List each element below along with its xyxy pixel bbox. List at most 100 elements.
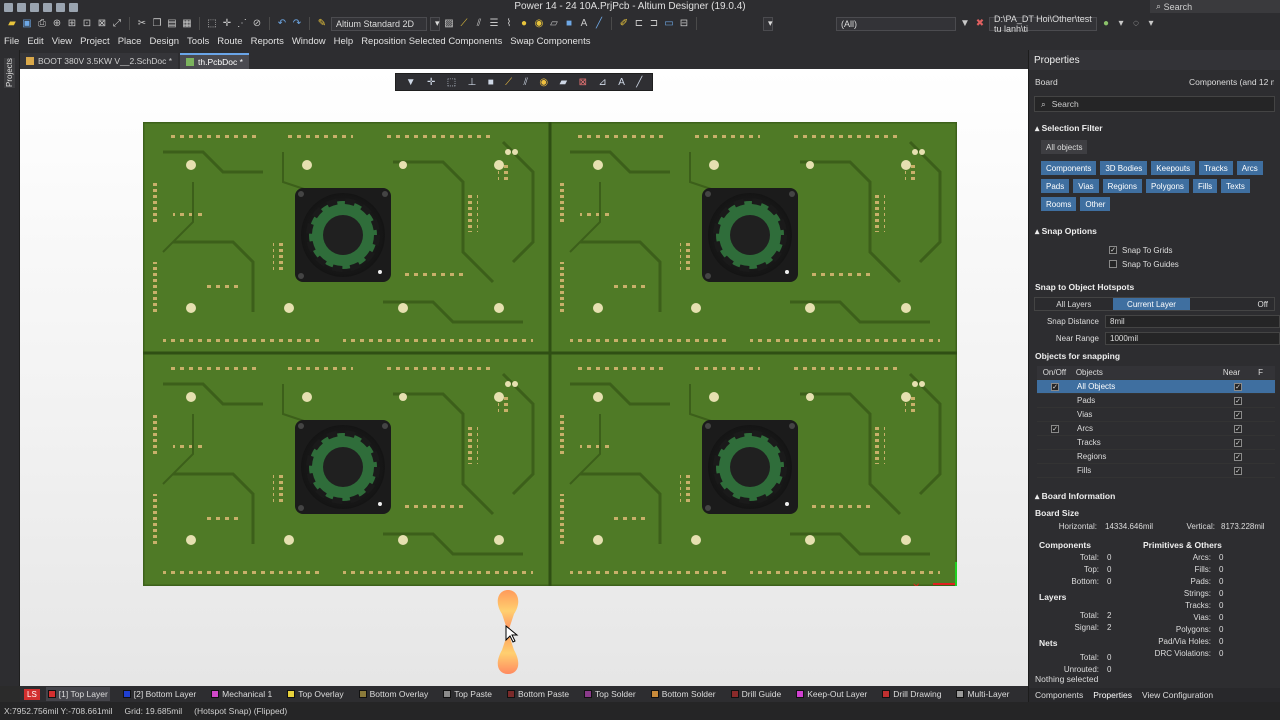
menu-edit[interactable]: Edit xyxy=(27,36,43,47)
menu-reposition[interactable]: Reposition Selected Components xyxy=(361,36,502,47)
near-checkbox[interactable]: ✓ xyxy=(1234,453,1242,461)
tab-schdoc[interactable]: BOOT 380V 3.5KW V__2.SchDoc * xyxy=(20,53,179,69)
layer-tab-bottom-paste[interactable]: Bottom Paste xyxy=(505,687,571,701)
view-mode-dropdown-icon[interactable]: ▾ xyxy=(430,16,440,31)
layer-set-button[interactable]: LS xyxy=(24,688,40,700)
snap-distance-field[interactable]: 8mil xyxy=(1105,315,1280,328)
layer-tab-top-overlay[interactable]: Top Overlay xyxy=(285,687,345,701)
table-row[interactable]: Vias ✓ xyxy=(1037,408,1275,422)
layer-tab-bottom-overlay[interactable]: Bottom Overlay xyxy=(357,687,431,701)
keepout-icon[interactable]: ⊠ xyxy=(579,77,587,88)
menu-design[interactable]: Design xyxy=(149,36,179,47)
fill-icon[interactable]: ■ xyxy=(563,18,575,30)
near-range-field[interactable]: 1000mil xyxy=(1105,332,1280,345)
stop-icon[interactable]: ◌ xyxy=(1130,18,1142,30)
route-icon[interactable]: ⟋ xyxy=(505,77,512,88)
dimension-icon[interactable]: ⊿ xyxy=(598,77,606,88)
table-row[interactable]: Regions ✓ xyxy=(1037,450,1275,464)
align-icon[interactable]: ⊏ xyxy=(633,18,645,30)
layer-tab-keep-out[interactable]: Keep-Out Layer xyxy=(794,687,869,701)
menu-view[interactable]: View xyxy=(52,36,72,47)
component-icon[interactable]: ■ xyxy=(488,77,494,88)
menu-help[interactable]: Help xyxy=(334,36,354,47)
layer-tab-bottom-layer[interactable]: [2] Bottom Layer xyxy=(121,687,198,701)
chip-other[interactable]: Other xyxy=(1080,197,1111,211)
layer-tab-top-layer[interactable]: [1] Top Layer xyxy=(45,687,110,701)
cut-icon[interactable]: ✂ xyxy=(136,18,148,30)
properties-search-input[interactable]: ⌕ Search xyxy=(1034,96,1275,112)
chip-tracks[interactable]: Tracks xyxy=(1199,161,1233,175)
snap-to-grids-row[interactable]: ✓ Snap To Grids xyxy=(1029,243,1280,257)
chip-polygons[interactable]: Polygons xyxy=(1146,179,1189,193)
filter-icon[interactable]: ▼ xyxy=(406,77,416,88)
arrange-icon[interactable]: ⊟ xyxy=(678,18,690,30)
chip-texts[interactable]: Texts xyxy=(1221,179,1250,193)
menu-swap[interactable]: Swap Components xyxy=(510,36,590,47)
save-icon[interactable]: ▣ xyxy=(21,18,33,30)
table-row[interactable]: Tracks ✓ xyxy=(1037,436,1275,450)
near-checkbox[interactable]: ✓ xyxy=(1234,397,1242,405)
snap-options-header[interactable]: ▴ Snap Options xyxy=(1029,223,1280,239)
zoom-fit-icon[interactable]: ⊞ xyxy=(66,18,78,30)
menu-tools[interactable]: Tools xyxy=(187,36,209,47)
layer-tab-top-paste[interactable]: Top Paste xyxy=(441,687,494,701)
zoom-icon[interactable]: ⊕ xyxy=(51,18,63,30)
zoom-area-icon[interactable]: ⊠ xyxy=(96,18,108,30)
polygon-icon[interactable]: ▱ xyxy=(548,18,560,30)
filter-select[interactable]: (All) xyxy=(836,16,956,31)
chip-vias[interactable]: Vias xyxy=(1073,179,1099,193)
segment-current-layer[interactable]: Current Layer xyxy=(1112,298,1191,310)
snap-to-grids-checkbox[interactable]: ✓ xyxy=(1109,246,1117,254)
layer-tab-top-solder[interactable]: Top Solder xyxy=(582,687,638,701)
component-icon[interactable]: ▭ xyxy=(663,18,675,30)
pad-icon[interactable]: ◉ xyxy=(533,18,545,30)
cross-icon[interactable]: ✛ xyxy=(427,77,435,88)
chip-components[interactable]: Components xyxy=(1041,161,1097,175)
chip-keepouts[interactable]: Keepouts xyxy=(1151,161,1196,175)
menu-project[interactable]: Project xyxy=(80,36,110,47)
chip-rooms[interactable]: Rooms xyxy=(1041,197,1077,211)
chip-regions[interactable]: Regions xyxy=(1102,179,1143,193)
table-row[interactable]: Fills ✓ xyxy=(1037,464,1275,478)
view-mode-select[interactable]: Altium Standard 2D xyxy=(331,16,427,31)
print-icon[interactable]: ⎙ xyxy=(36,18,48,30)
near-checkbox[interactable]: ✓ xyxy=(1234,439,1242,447)
filter-icon[interactable]: ▼ xyxy=(959,18,971,30)
snap-to-guides-checkbox[interactable] xyxy=(1109,260,1117,268)
path-field[interactable]: D:\PA_DT Hoi\Other\test tu lanh\ti xyxy=(989,14,1097,34)
string-icon[interactable]: A xyxy=(578,18,590,30)
menu-place[interactable]: Place xyxy=(118,36,142,47)
highlight-icon[interactable]: ✐ xyxy=(618,18,630,30)
route-icon[interactable]: ✎ xyxy=(316,18,328,30)
grid-icon[interactable]: ▨ xyxy=(443,18,455,30)
snap-to-guides-row[interactable]: Snap To Guides xyxy=(1029,257,1280,271)
tab-view-configuration[interactable]: View Configuration xyxy=(1142,690,1213,700)
tab-properties[interactable]: Properties xyxy=(1093,690,1132,700)
paste-icon[interactable]: ▤ xyxy=(166,18,178,30)
near-checkbox[interactable]: ✓ xyxy=(1234,467,1242,475)
redo-icon[interactable]: ↷ xyxy=(291,18,303,30)
deselect-icon[interactable]: ⋰ xyxy=(236,18,248,30)
selection-filter-header[interactable]: ▴ Selection Filter xyxy=(1029,120,1280,136)
on-checkbox[interactable]: ✓ xyxy=(1051,383,1059,391)
diff-pair-icon[interactable]: ⫽ xyxy=(473,18,485,30)
menu-route[interactable]: Route xyxy=(217,36,242,47)
board-filter-summary[interactable]: Components (and 12 more) xyxy=(1189,77,1274,87)
layer-tab-multi-layer[interactable]: Multi-Layer xyxy=(954,687,1011,701)
zoom-selected-icon[interactable]: ⊡ xyxy=(81,18,93,30)
measure-icon[interactable]: ⤢ xyxy=(111,18,123,30)
layer-tab-mechanical-1[interactable]: Mechanical 1 xyxy=(209,687,274,701)
nav-dropdown-icon[interactable]: ▾ xyxy=(1115,18,1127,30)
layer-tab-drill-drawing[interactable]: Drill Drawing xyxy=(880,687,943,701)
menu-file[interactable]: File xyxy=(4,36,19,47)
chip-all-objects[interactable]: All objects xyxy=(1041,140,1088,154)
line-icon[interactable]: ╱ xyxy=(593,18,605,30)
open-folder-icon[interactable]: ▰ xyxy=(6,18,18,30)
interactive-route-icon[interactable]: ⟋ xyxy=(458,18,470,30)
clear-mask-icon[interactable]: ✖ xyxy=(974,18,986,30)
menu-window[interactable]: Window xyxy=(292,36,326,47)
projects-panel-tab[interactable]: Projects xyxy=(4,58,15,88)
on-checkbox[interactable]: ✓ xyxy=(1051,425,1059,433)
string-icon[interactable]: A xyxy=(618,77,625,88)
diff-pair-icon[interactable]: ⫽ xyxy=(524,77,528,88)
